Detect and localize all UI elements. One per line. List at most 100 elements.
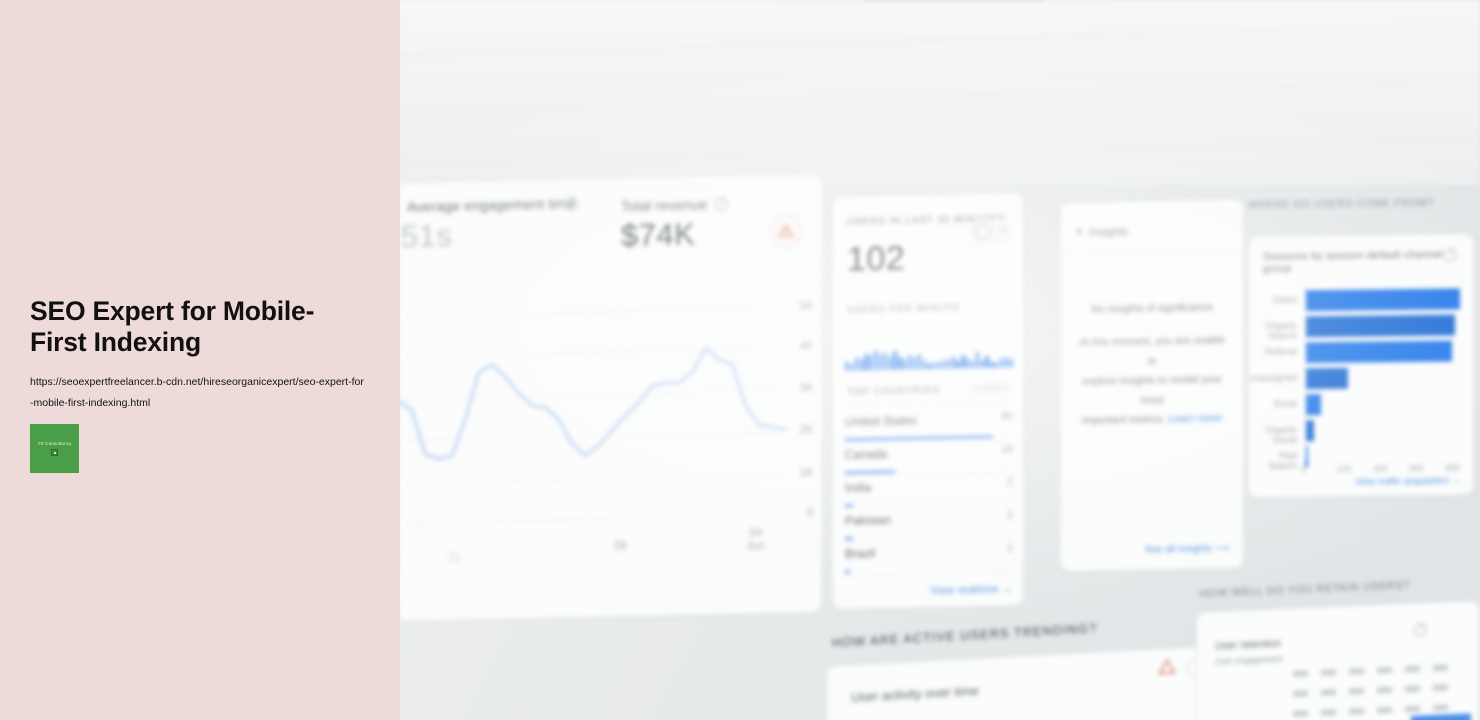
realtime-card-menu[interactable]	[969, 219, 1013, 245]
country-bar	[845, 504, 854, 507]
bar-7	[878, 353, 883, 371]
country-users: 16	[1001, 443, 1013, 456]
breakdown-row[interactable]: Organic Social	[1249, 416, 1473, 445]
see-all-insights-link[interactable]: See all insights ⟶	[1145, 543, 1229, 555]
bar-24	[961, 355, 965, 369]
users-last-30-min-value: 102	[847, 239, 906, 279]
country-users: 2	[1007, 476, 1013, 489]
view-traffic-acquisition-link[interactable]: View traffic acquisition →	[1355, 475, 1461, 487]
article-overlay-panel: SEO Expert for Mobile-First Indexing htt…	[0, 0, 400, 720]
page-url: https://seoexpertfreelancer.b-cdn.net/hi…	[30, 376, 364, 409]
brand-logo[interactable]: YE Consultancy	[30, 424, 79, 473]
bar-33	[1004, 357, 1009, 368]
view-realtime-link[interactable]: View realtime →	[930, 583, 1013, 597]
user-retention-subtitle: User engagement	[1215, 653, 1283, 667]
bar-18	[932, 362, 936, 369]
bar-6	[874, 349, 878, 371]
help-icon-breakdown[interactable]	[1444, 248, 1457, 262]
country-users: 2	[1007, 509, 1013, 522]
y-tick-1k: 1K	[799, 466, 814, 480]
bar-1	[849, 363, 854, 371]
country-name: Pakistan	[845, 512, 892, 528]
warning-badge[interactable]	[771, 214, 801, 248]
bar-30	[990, 361, 994, 368]
country-bar	[845, 537, 854, 540]
breakdown-label: Direct	[1273, 294, 1297, 305]
insights-learn-more-link[interactable]: Learn more	[1168, 412, 1222, 425]
bar-25	[966, 357, 970, 369]
insights-header: ✦ Insights	[1075, 226, 1128, 239]
user-activity-title: User activity over time	[851, 682, 979, 705]
bar-21	[946, 359, 950, 369]
breakdown-row[interactable]: Direct	[1249, 286, 1473, 315]
y-tick-4k: 4K	[799, 339, 814, 353]
clock-icon	[975, 223, 991, 241]
breakdown-row[interactable]: Email	[1249, 390, 1473, 419]
breakdown-label: Organic Search	[1265, 320, 1297, 341]
bar-10	[893, 351, 897, 370]
top-countries-list: United States 80 Canada 16 India 2 Pakistan 2 Br…	[833, 193, 1023, 576]
total-revenue-label: Total revenue	[620, 196, 708, 215]
country-users: 1	[1007, 542, 1013, 555]
bar-17	[927, 363, 931, 370]
bar-22	[951, 356, 955, 369]
total-revenue-card[interactable]: Average engagement time 51s Total revenu…	[397, 172, 823, 623]
page-title: SEO Expert for Mobile-First Indexing	[30, 296, 315, 358]
breakdown-label: Email	[1274, 398, 1297, 409]
insights-header-label: Insights	[1089, 225, 1128, 239]
traffic-source-section-title: WHERE DO USERS COME FROM?	[1248, 196, 1434, 212]
top-countries-label: TOP COUNTRIES	[847, 384, 941, 398]
help-icon-engagement[interactable]	[564, 197, 578, 211]
bar-3	[859, 359, 863, 371]
channel-breakdown-header: Sessions by session default channel grou…	[1263, 248, 1443, 275]
bar-26	[970, 360, 975, 369]
user-activity-card[interactable]: User activity over time	[826, 645, 1211, 720]
bar-32	[1000, 358, 1004, 368]
bar-28	[980, 359, 984, 368]
bar-4	[864, 353, 868, 371]
bar-20	[941, 360, 946, 369]
bar-5	[869, 354, 873, 371]
retention-legend-bar	[1411, 713, 1471, 720]
bar-13	[907, 355, 912, 370]
breakdown-label: Organic Social	[1265, 424, 1297, 445]
channel-breakdown-card[interactable]: Sessions by session default channel grou…	[1248, 233, 1474, 498]
y-tick-0: 0	[806, 506, 814, 520]
users-per-minute-bar-chart	[845, 321, 1013, 371]
country-bar	[845, 570, 851, 573]
active-users-section-title: HOW ARE ACTIVE USERS TRENDING?	[832, 621, 1097, 650]
bar-27	[975, 352, 980, 368]
chevron-down-icon	[1002, 228, 1005, 232]
breakdown-row[interactable]: Unassigned	[1249, 364, 1473, 393]
breakdown-bar	[1305, 367, 1349, 390]
bar-16	[922, 360, 926, 370]
engagement-time-label: Average engagement time	[406, 195, 576, 215]
breakdown-row[interactable]: Paid Search	[1249, 442, 1473, 471]
bar-31	[995, 362, 999, 368]
breakdown-bar	[1305, 394, 1321, 416]
help-icon-revenue[interactable]	[714, 197, 728, 212]
breakdown-row[interactable]: Referral	[1249, 338, 1473, 367]
x-tick-04-jun: 04 Jun	[746, 527, 765, 553]
insights-body: No insights of significance At this mome…	[1075, 298, 1229, 431]
bar-0	[845, 361, 849, 371]
insights-line-1: No insights of significance	[1091, 301, 1213, 316]
channel-breakdown-bars: Direct Organic Search Referral Unassigned Em…	[1249, 234, 1473, 471]
user-retention-card[interactable]: User retention User engagement	[1196, 600, 1480, 720]
retention-grid-cells	[1197, 601, 1479, 717]
breakdown-row[interactable]: Organic Search	[1249, 312, 1473, 341]
breakdown-bar	[1305, 288, 1460, 312]
bar-2	[854, 357, 858, 371]
user-retention-title: User retention	[1215, 637, 1281, 653]
y-tick-5k: 5K	[799, 299, 814, 313]
warning-badge-secondary[interactable]	[1158, 658, 1176, 677]
realtime-users-card[interactable]: USERS IN LAST 30 MINUTES 102 USERS PER M…	[832, 191, 1024, 610]
bar-15	[917, 354, 921, 370]
bar-8	[883, 352, 887, 370]
users-column-label: USERS	[972, 383, 1011, 396]
help-icon-retention[interactable]	[1414, 623, 1427, 637]
bar-14	[912, 356, 917, 370]
bar-19	[937, 361, 941, 369]
engagement-time-value: 51s	[400, 217, 453, 254]
insights-card[interactable]: ✦ Insights No insights of significance At…	[1060, 198, 1244, 572]
